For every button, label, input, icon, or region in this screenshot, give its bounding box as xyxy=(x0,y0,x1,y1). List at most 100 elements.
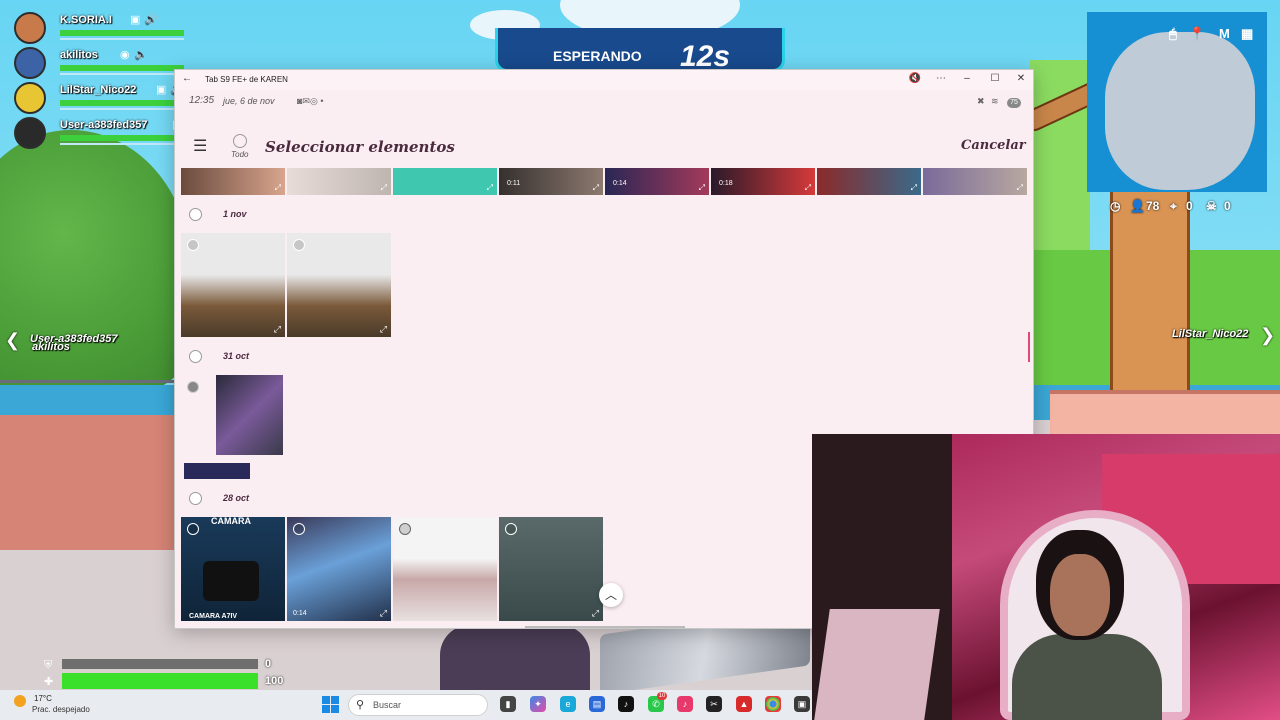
game-launcher-icon[interactable]: ▲ xyxy=(736,696,752,712)
health-bar xyxy=(60,65,184,71)
selection-toolbar: ☰ Todo Seleccionar elementos Cancelar xyxy=(175,126,1033,166)
offscreen-teammate: akilitos xyxy=(32,341,70,353)
select-all-label: Todo xyxy=(231,150,249,159)
app-icon[interactable]: ▣ xyxy=(794,696,810,712)
search-placeholder: Buscar xyxy=(373,700,402,710)
streamer-body xyxy=(1012,634,1162,720)
group-date-label: 31 oct xyxy=(223,351,250,361)
item-checkbox[interactable] xyxy=(187,381,199,393)
health-bar xyxy=(60,135,184,141)
more-options-icon[interactable]: ⋯ xyxy=(933,73,949,84)
mute-icon[interactable]: 🔇 xyxy=(907,73,923,84)
expand-icon: ⤢ xyxy=(380,183,387,192)
shield-bar xyxy=(60,38,184,40)
photo-thumbnail[interactable]: ⤢ xyxy=(181,233,285,337)
copilot-icon[interactable]: ✦ xyxy=(530,696,546,712)
hamburger-menu-icon[interactable]: ☰ xyxy=(193,136,207,156)
edge-icon[interactable]: e xyxy=(560,696,576,712)
assist-icon: ☠ xyxy=(1206,199,1217,213)
weather-sun-icon[interactable] xyxy=(14,695,26,707)
select-all-checkbox[interactable] xyxy=(233,134,247,148)
squad-member: User-a383fed357 ▣ xyxy=(14,117,184,151)
tiktok-icon[interactable]: ♪ xyxy=(618,696,634,712)
battery-indicator: 75 xyxy=(1007,98,1021,108)
item-checkbox[interactable] xyxy=(505,523,517,535)
photo-preview xyxy=(216,375,283,455)
taskbar-search[interactable]: ⚲ Buscar xyxy=(348,694,488,716)
group-select-checkbox[interactable] xyxy=(189,492,202,505)
date-group-header[interactable]: 1 nov xyxy=(181,205,481,225)
player-name: akilitos xyxy=(60,49,98,61)
map-island xyxy=(1105,32,1255,190)
players-icon: 👤 xyxy=(1130,199,1145,213)
item-checkbox[interactable] xyxy=(293,523,305,535)
tiktok-live-icon[interactable]: ♪ xyxy=(677,696,693,712)
capcut-icon[interactable]: ✂ xyxy=(706,696,722,712)
android-status-bar: 12:35 jue, 6 de nov ◙✉◎ • ✖ ≋ 75 xyxy=(175,92,1033,112)
item-checkbox[interactable] xyxy=(187,239,199,251)
chrome-icon[interactable] xyxy=(765,696,781,712)
video-duration: 0:11 xyxy=(507,180,521,187)
media-thumbnail[interactable]: ⤢ xyxy=(393,168,497,195)
photo-thumbnail[interactable] xyxy=(181,375,285,479)
group-date-label: 1 nov xyxy=(223,209,247,219)
horizontal-scrollbar[interactable] xyxy=(525,626,685,628)
photo-thumbnail[interactable]: ⤢ xyxy=(499,517,603,621)
cancel-button[interactable]: Cancelar xyxy=(961,138,1026,153)
squad-member: LilStar_Nico22 ▣ 🔈 xyxy=(14,82,184,116)
video-thumbnail[interactable]: 0:14 ⤢ xyxy=(605,168,709,195)
camera-image xyxy=(203,561,259,601)
windows-start-button[interactable] xyxy=(322,696,340,714)
item-checkbox[interactable] xyxy=(399,523,411,535)
maximize-button[interactable]: ☐ xyxy=(987,73,1003,84)
minimap[interactable]: 🖱 📍 M ▦ xyxy=(1087,12,1267,192)
media-thumbnail[interactable]: ⤢ xyxy=(817,168,921,195)
platform-icon: ▣ xyxy=(130,14,141,26)
squad-member: K.SORIA.I ▣ 🔊 xyxy=(14,12,184,46)
photo-preview xyxy=(184,463,250,479)
platform-icon: ◉ xyxy=(120,49,130,61)
media-thumbnail[interactable]: ⤢ xyxy=(287,168,391,195)
video-thumbnail[interactable]: 0:18 ⤢ xyxy=(711,168,815,195)
file-explorer-icon[interactable]: ▤ xyxy=(589,696,605,712)
photo-thumbnail[interactable] xyxy=(393,517,497,621)
video-thumbnail[interactable]: 0:11 ⤢ xyxy=(499,168,603,195)
shield-bar xyxy=(60,108,184,110)
waiting-banner: ESPERANDO 12s xyxy=(495,28,785,73)
date-group-header[interactable]: 31 oct xyxy=(181,347,481,367)
photo-thumbnail[interactable]: CAMARA CAMARA A7IV xyxy=(181,517,285,621)
map-key-label: M xyxy=(1219,26,1230,41)
match-stats: ◷ 👤 78 ⌖ 0 ☠ 0 xyxy=(1110,198,1280,216)
weather-temperature[interactable]: 17°C xyxy=(34,694,52,703)
shield-bar xyxy=(60,73,184,75)
media-thumbnail[interactable]: ⤢ xyxy=(923,168,1027,195)
notification-badge: 10 xyxy=(657,692,667,700)
health-value: 100 xyxy=(265,675,284,687)
chevron-left-icon: ❮ xyxy=(5,330,21,350)
back-arrow-icon[interactable]: ← xyxy=(179,73,195,84)
assists-count: 0 xyxy=(1224,199,1231,213)
map-pin-icon: 📍 xyxy=(1189,26,1206,41)
group-select-checkbox[interactable] xyxy=(189,350,202,363)
expand-icon: ⤢ xyxy=(591,608,599,618)
chevron-right-icon: ❯ xyxy=(1260,325,1276,345)
item-checkbox[interactable] xyxy=(293,239,305,251)
weather-description[interactable]: Prac. despejado xyxy=(32,705,90,714)
wifi-icon: ≋ xyxy=(991,96,999,106)
date-group-header[interactable]: 28 oct xyxy=(181,489,481,509)
window-titlebar: ← Tab S9 FE+ de KAREN 🔇 ⋯ – ☐ ✕ xyxy=(175,70,1033,90)
health-cross-icon: ✚ xyxy=(44,676,54,688)
group-select-checkbox[interactable] xyxy=(189,208,202,221)
close-button[interactable]: ✕ xyxy=(1013,73,1029,84)
scroll-to-top-button[interactable]: ︿ xyxy=(599,583,623,607)
photo-thumbnail[interactable]: ⤢ xyxy=(287,233,391,337)
item-checkbox[interactable] xyxy=(187,523,199,535)
expand-icon: ⤢ xyxy=(486,183,493,192)
task-view-icon[interactable]: ▮ xyxy=(500,696,516,712)
video-thumbnail[interactable]: 0:14 ⤢ xyxy=(287,517,391,621)
minimize-button[interactable]: – xyxy=(959,73,975,84)
media-thumbnail[interactable]: ⤢ xyxy=(181,168,285,195)
storm-clock-icon: ◷ xyxy=(1110,199,1121,213)
vertical-scrollbar[interactable] xyxy=(1028,332,1030,362)
mute-icon: ✖ xyxy=(977,96,985,106)
